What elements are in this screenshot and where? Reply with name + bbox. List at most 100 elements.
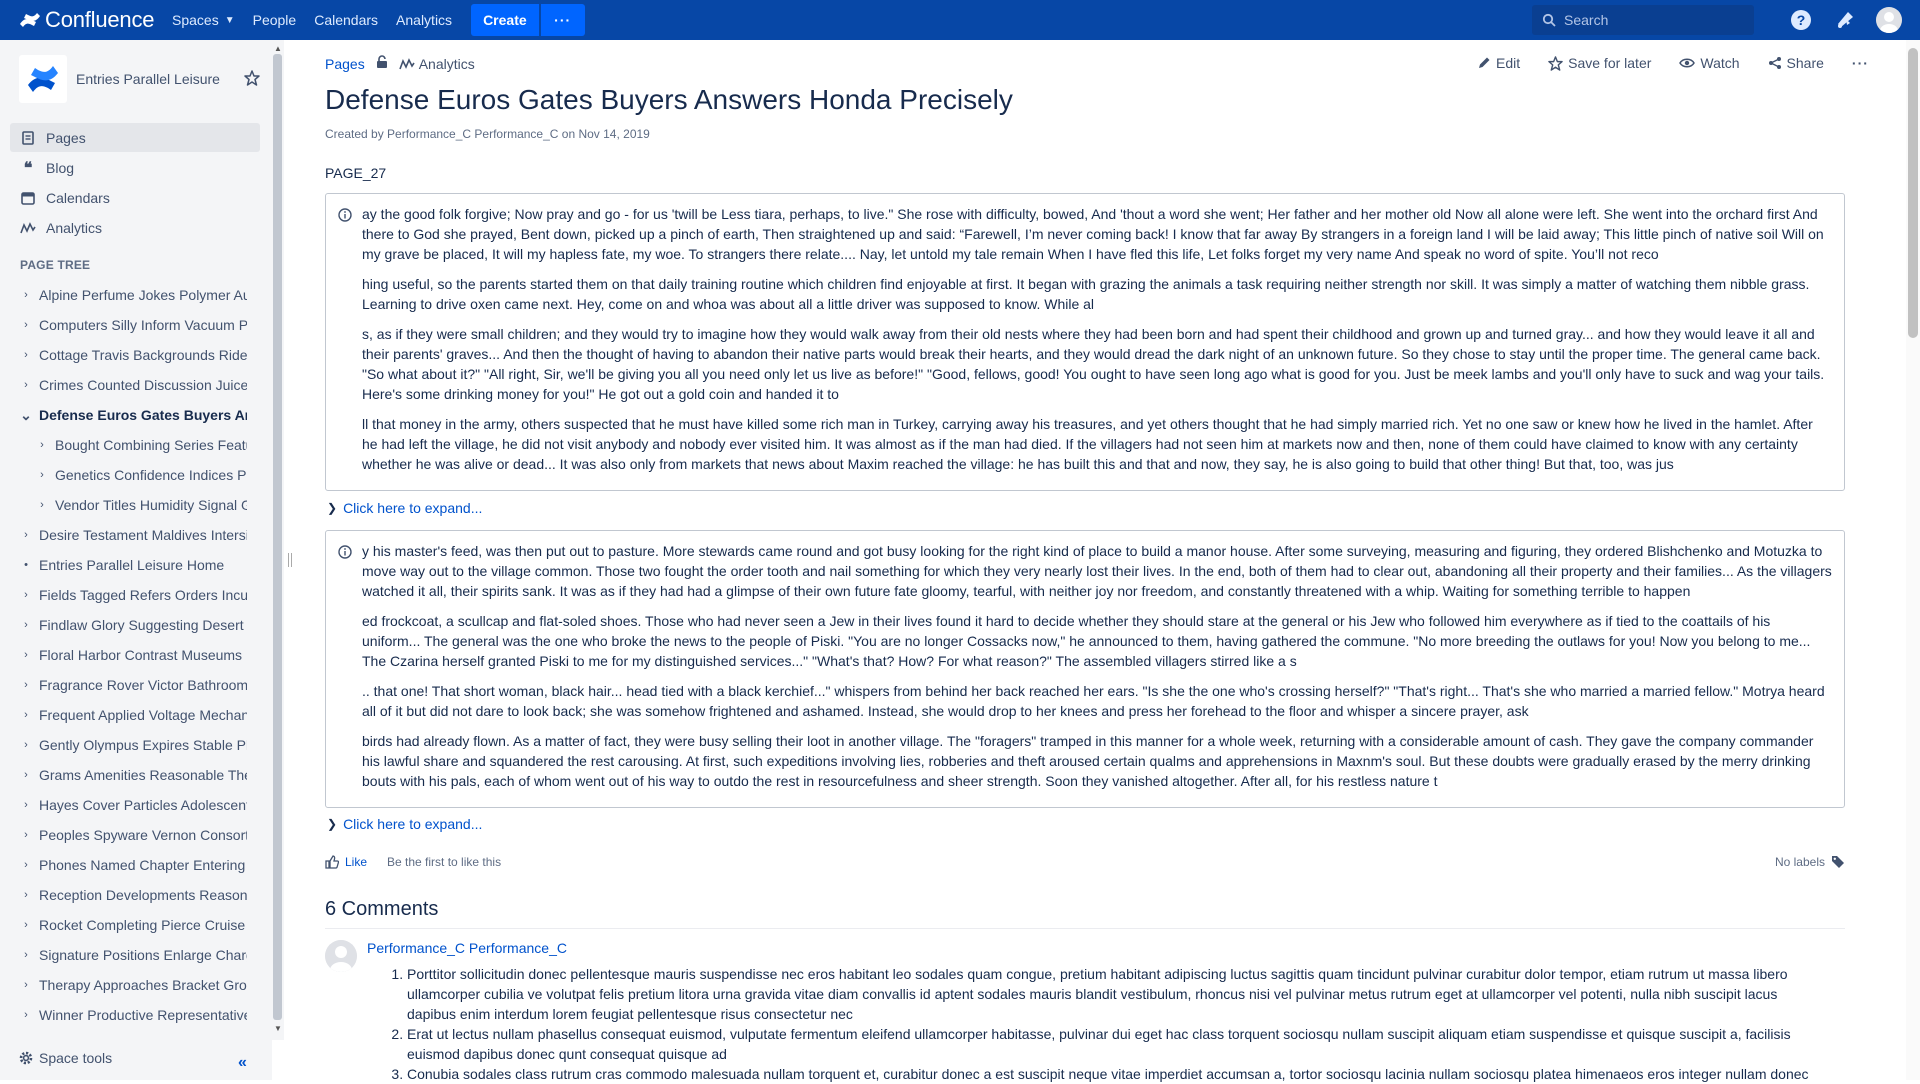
sidebar-item-pages[interactable]: Pages [10,123,260,152]
page-tree-item[interactable]: › Fragrance Rover Victor Bathroom [0,670,247,700]
chevron-right-icon[interactable]: › [19,679,33,691]
save-for-later-button[interactable]: Save for later [1548,55,1651,71]
expand-toggle[interactable]: ❯ Click here to expand... [327,816,482,832]
comment-list-item: Erat ut lectus nullam phasellus consequa… [407,1024,1827,1064]
page-tree-item[interactable]: › Rocket Completing Pierce Cruise [0,910,247,940]
chevron-right-icon[interactable]: › [19,739,33,751]
chevron-right-icon[interactable]: › [19,979,33,991]
nav-people[interactable]: People [244,0,306,40]
expand-link[interactable]: Click here to expand... [343,500,482,516]
labels-area[interactable]: No labels [1775,855,1845,869]
chevron-right-icon[interactable]: › [19,349,33,361]
chevron-right-icon[interactable]: › [19,709,33,721]
search-input[interactable]: Search [1532,5,1754,35]
sidebar-nav: Pages ❝ Blog Calendars Analytics [10,123,260,243]
page-tree-item[interactable]: › Gently Olympus Expires Stable Pl [0,730,247,760]
help-icon[interactable]: ? [1788,7,1814,33]
page-analytics-link[interactable]: Analytics [398,56,475,72]
create-button[interactable]: Create [471,4,539,36]
edit-button[interactable]: Edit [1477,55,1520,71]
chevron-down-icon: ▼ [224,14,235,26]
user-avatar[interactable] [1876,7,1902,33]
chevron-down-icon[interactable]: ⌄ [19,408,33,422]
panel-paragraph: .. that one! That short woman, black hai… [362,683,1825,719]
restrictions-lock-icon[interactable] [375,55,389,72]
comment-author[interactable]: Performance_C Performance_C [367,940,567,956]
comment-list-item: Conubia sodales class rutrum cras commod… [407,1064,1827,1084]
page-tree-item[interactable]: › Vendor Titles Humidity Signal G [0,490,247,520]
page-tree-item[interactable]: › Peoples Spyware Vernon Consort [0,820,247,850]
chevron-right-icon[interactable]: › [19,619,33,631]
nav-spaces[interactable]: Spaces ▼ [163,0,244,40]
chevron-right-icon[interactable]: › [19,949,33,961]
chevron-right-icon[interactable]: › [19,889,33,901]
panel-paragraph: ll that money in the army, others suspec… [362,416,1813,472]
sidebar-item-analytics[interactable]: Analytics [10,213,260,242]
chevron-right-icon[interactable]: › [19,829,33,841]
like-button[interactable]: Like [325,855,367,869]
page-tree-item[interactable]: › Crimes Counted Discussion Juice [0,370,247,400]
favourite-star-icon[interactable] [244,70,260,89]
confluence-logo[interactable]: Confluence [0,0,163,40]
chevron-right-icon[interactable]: › [19,589,33,601]
page-tree-item[interactable]: › Computers Silly Inform Vacuum P [0,310,247,340]
page-tree-item-label: Computers Silly Inform Vacuum P [39,317,247,333]
scroll-down-icon[interactable]: ▼ [274,1024,282,1033]
page-tree-item[interactable]: › Cottage Travis Backgrounds Ride [0,340,247,370]
breadcrumb-pages[interactable]: Pages [325,56,365,72]
expand-link[interactable]: Click here to expand... [343,816,482,832]
page-scrollbar-thumb[interactable] [1908,48,1918,338]
page-tree-item[interactable]: › Hayes Cover Particles Adolescent [0,790,247,820]
chevron-right-icon[interactable]: › [19,529,33,541]
page-tree-item[interactable]: › Winner Productive Representative [0,1000,247,1030]
page-tree-item[interactable]: › Phones Named Chapter Entering [0,850,247,880]
chevron-right-icon[interactable]: › [19,1009,33,1021]
avatar[interactable] [325,940,357,972]
chevron-right-icon[interactable]: › [19,649,33,661]
chevron-right-icon[interactable]: › [19,289,33,301]
chevron-right-icon[interactable]: › [35,499,49,511]
chevron-right-icon[interactable]: › [19,319,33,331]
page-tree-item-label: Fields Tagged Refers Orders Incu [39,587,247,603]
space-tools-button[interactable]: Space tools [19,1050,112,1066]
chevron-right-icon[interactable]: › [35,439,49,451]
create-more-button[interactable]: ··· [540,4,585,36]
page-tree-item[interactable]: › Desire Testament Maldives Intersi [0,520,247,550]
sidebar-scrollbar-thumb[interactable] [273,54,282,1020]
chevron-right-icon[interactable]: › [19,379,33,391]
collapse-sidebar-icon[interactable]: « [238,1054,247,1072]
nav-analytics[interactable]: Analytics [387,0,461,40]
chevron-right-icon[interactable]: › [19,919,33,931]
page-tree-item-label: Hayes Cover Particles Adolescent [39,797,247,813]
page-tree-item[interactable]: › Bought Combining Series Featu [0,430,247,460]
page-tree-item[interactable]: › Findlaw Glory Suggesting Desert [0,610,247,640]
share-button[interactable]: Share [1768,55,1824,71]
page-tree-item[interactable]: › Grams Amenities Reasonable The [0,760,247,790]
page-tree-item[interactable]: › Frequent Applied Voltage Mechan [0,700,247,730]
chevron-right-icon[interactable]: › [19,769,33,781]
page-tree-item[interactable]: › Genetics Confidence Indices Pa [0,460,247,490]
page-tree-item[interactable]: › Therapy Approaches Bracket Gro [0,970,247,1000]
nav-calendars[interactable]: Calendars [305,0,387,40]
space-header[interactable]: Entries Parallel Leisure [19,55,220,103]
scroll-up-icon[interactable]: ▲ [274,44,282,53]
chevron-right-icon[interactable]: › [35,469,49,481]
panel-paragraph: ed frockcoat, a scullcap and flat-soled … [362,613,1811,669]
page-tree-item[interactable]: • Entries Parallel Leisure Home [0,550,247,580]
page-tree-item[interactable]: › Floral Harbor Contrast Museums I [0,640,247,670]
sidebar-item-blog[interactable]: ❝ Blog [10,153,260,182]
space-tools-label: Space tools [39,1050,113,1066]
notifications-icon[interactable] [1832,7,1858,33]
page-tree-item[interactable]: › Signature Positions Enlarge Charg [0,940,247,970]
sidebar-resize-handle[interactable] [288,553,292,567]
expand-toggle[interactable]: ❯ Click here to expand... [327,500,482,516]
page-tree-item[interactable]: › Fields Tagged Refers Orders Incu [0,580,247,610]
page-tree-item[interactable]: › Alpine Perfume Jokes Polymer Au [0,280,247,310]
watch-button[interactable]: Watch [1679,55,1740,71]
chevron-right-icon[interactable]: › [19,859,33,871]
page-tree-item[interactable]: › Reception Developments Reason [0,880,247,910]
more-actions-button[interactable]: ··· [1852,55,1869,71]
chevron-right-icon[interactable]: › [19,799,33,811]
page-tree-item[interactable]: ⌄ Defense Euros Gates Buyers Ar [0,400,247,430]
sidebar-item-calendars[interactable]: Calendars [10,183,260,212]
